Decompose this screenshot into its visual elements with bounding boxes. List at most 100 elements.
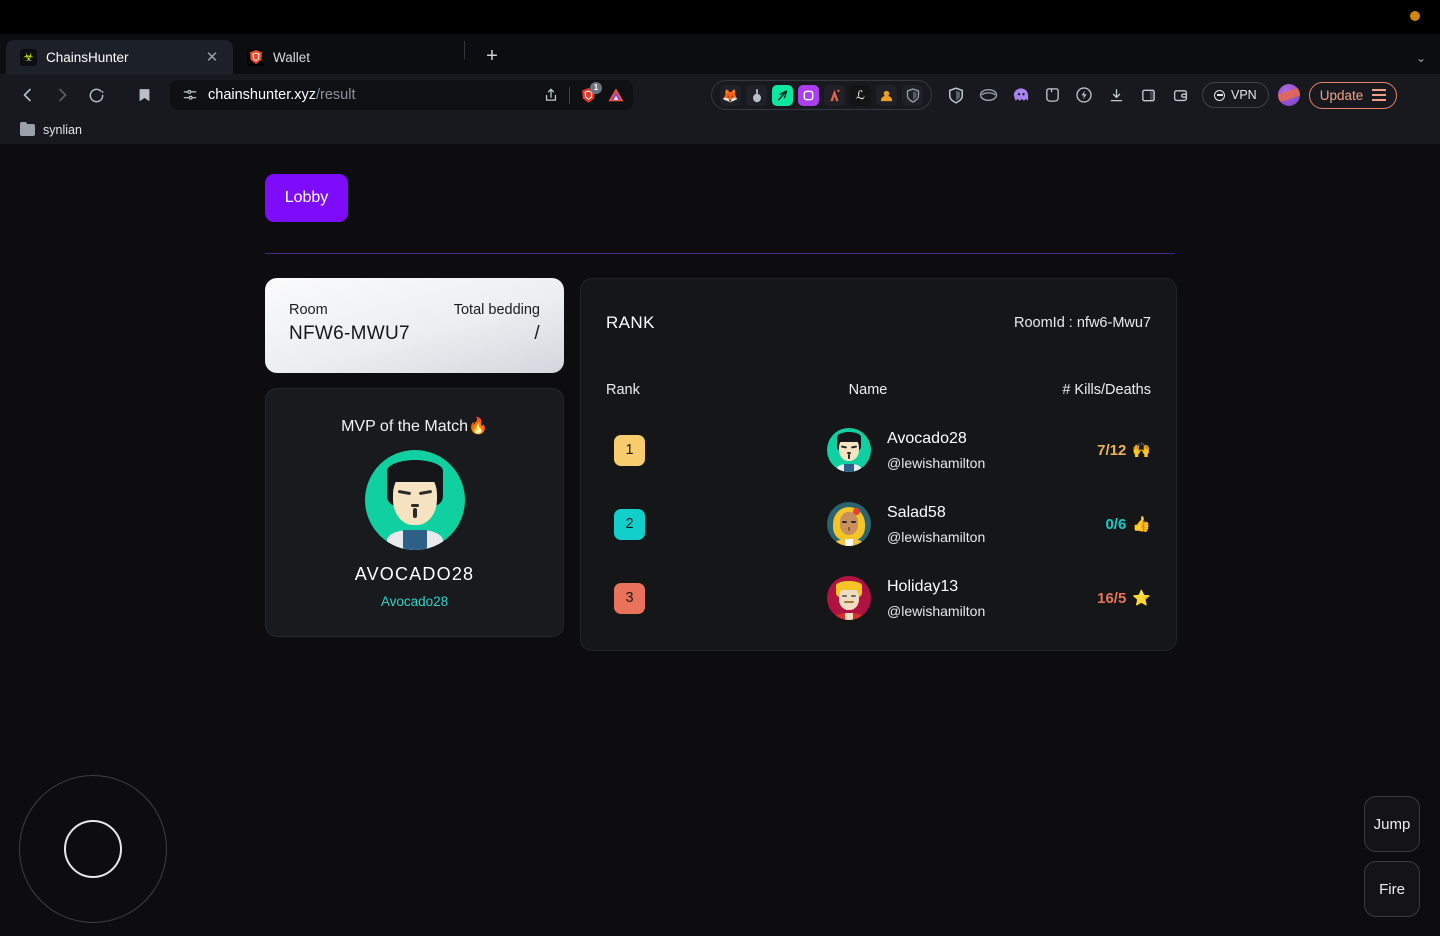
total-bedding-label: Total bedding [453, 302, 540, 318]
mvp-avatar [364, 450, 465, 550]
menu-icon[interactable] [1372, 89, 1387, 101]
column-header-kd: # Kills/Deaths [1062, 382, 1151, 398]
vpn-label: VPN [1231, 88, 1257, 102]
room-id-text: RoomId : nfw6-Mwu7 [1014, 315, 1151, 331]
window-titlebar [0, 0, 1440, 34]
shield-block-count: 1 [590, 81, 602, 94]
rank-card-header: RANK RoomId : nfw6-Mwu7 [606, 313, 1151, 333]
page-viewport: Lobby Room Total bedding NFW6-MWU7 / MVP… [0, 144, 1440, 936]
new-tab-button[interactable]: + [477, 41, 507, 71]
close-icon[interactable]: ✕ [203, 48, 221, 66]
kd-cell: 16/5 ⭐ [1011, 589, 1151, 608]
table-row[interactable]: 1 Avocado28 @lewishamilton 7/12 🙌 [606, 428, 1151, 472]
braavos-icon[interactable] [876, 84, 897, 106]
section-divider [265, 253, 1175, 254]
metamask-icon[interactable]: 🦊 [720, 84, 741, 106]
table-row[interactable]: 3 Holiday13 @lewishamilton 16/5 ⭐ [606, 576, 1151, 620]
tab-chainshunter[interactable]: ☣ ChainsHunter ✕ [6, 40, 233, 74]
table-row[interactable]: 2 Salad58 @lewishamilton 0/6 👍 [606, 502, 1151, 546]
player-name: Holiday13 [887, 577, 959, 595]
room-code-value: NFW6-MWU7 [289, 323, 410, 344]
player-handle: @lewishamilton [887, 602, 986, 619]
mvp-handle[interactable]: Avocado28 [381, 594, 448, 609]
avatar [827, 576, 871, 620]
back-button[interactable] [12, 80, 44, 110]
kd-value: 7/12 [1097, 441, 1127, 459]
ghost-wallet-icon[interactable] [1006, 81, 1034, 109]
update-label: Update [1319, 87, 1364, 103]
kd-cell: 7/12 🙌 [1011, 441, 1151, 460]
tab-strip: ☣ ChainsHunter ✕ Wallet + ⌄ [0, 34, 1440, 74]
fire-button[interactable]: Fire [1364, 861, 1420, 917]
lobby-button[interactable]: Lobby [265, 174, 348, 222]
left-column: Room Total bedding NFW6-MWU7 / MVP of th… [265, 278, 564, 651]
joystick-knob[interactable] [64, 820, 122, 878]
guard-icon[interactable] [902, 84, 923, 106]
bookmarks-bar: synlian [0, 116, 1440, 144]
vpn-button[interactable]: VPN [1202, 82, 1269, 108]
kd-value: 0/6 [1105, 515, 1127, 533]
rank-card: RANK RoomId : nfw6-Mwu7 Rank Name # Kill… [580, 278, 1177, 651]
avatar-goatee [412, 508, 417, 518]
window-status-dot [1410, 11, 1420, 21]
room-card-labels: Room Total bedding [289, 302, 540, 318]
brave-shields-icon[interactable]: 1 [580, 81, 602, 104]
panels-row: Room Total bedding NFW6-MWU7 / MVP of th… [265, 278, 1440, 651]
raised-hands-icon: 🙌 [1132, 442, 1151, 459]
avatar[interactable] [1277, 84, 1300, 106]
rabby-icon[interactable] [974, 81, 1002, 109]
forward-button[interactable] [46, 80, 78, 110]
omnibox-divider [569, 86, 570, 104]
sui-wallet-icon[interactable] [772, 84, 793, 106]
rank-title: RANK [606, 313, 655, 332]
reload-button[interactable] [80, 80, 112, 110]
player-names: Holiday13 @lewishamilton [887, 578, 985, 619]
column-header-rank: Rank [606, 382, 640, 398]
update-button[interactable]: Update [1308, 81, 1398, 109]
player-names: Salad58 @lewishamilton [887, 504, 985, 545]
leather-icon[interactable]: ℒ [850, 84, 871, 106]
tab-title: ChainsHunter [46, 49, 129, 65]
action-buttons: Jump Fire [1364, 796, 1420, 917]
downloads-icon[interactable] [1102, 81, 1130, 109]
brave-wallet-icon [247, 48, 264, 66]
brave-rewards-icon[interactable] [1070, 81, 1098, 109]
avatar-collar [402, 530, 427, 550]
movement-joystick[interactable] [19, 775, 167, 923]
share-icon[interactable] [543, 87, 559, 103]
tab-search-chevron-down-icon[interactable]: ⌄ [1416, 51, 1426, 65]
leo-ai-icon[interactable] [607, 87, 625, 103]
url-domain: chainshunter.xyz [208, 87, 317, 103]
keplr-icon[interactable] [746, 84, 767, 106]
room-card-values: NFW6-MWU7 / [289, 323, 540, 345]
bookmark-label: synlian [43, 123, 82, 137]
tab-wallet[interactable]: Wallet [233, 40, 460, 74]
rank-badge-cell: 2 [606, 508, 751, 540]
bookmark-folder-synlian[interactable]: synlian [14, 120, 88, 140]
extensions-group: 🦊 ℒ [711, 80, 932, 110]
status-badge: 2 [614, 508, 645, 540]
room-card: Room Total bedding NFW6-MWU7 / [265, 278, 564, 373]
argent-icon[interactable] [824, 84, 845, 106]
shield-icon[interactable] [942, 81, 970, 109]
rank-badge-cell: 3 [606, 582, 751, 614]
rank-table-header: Rank Name # Kills/Deaths [606, 382, 1151, 398]
player-handle: @lewishamilton [887, 454, 986, 471]
jump-button[interactable]: Jump [1364, 796, 1420, 852]
mvp-name: AVOCADO28 [354, 564, 475, 584]
phantom-icon[interactable] [798, 84, 819, 106]
navigation-toolbar: chainshunter.xyz/result 1 🦊 ℒ VPN Update [0, 74, 1440, 116]
thumbs-up-icon: 👍 [1132, 516, 1151, 533]
brave-wallet-icon[interactable] [1166, 81, 1194, 109]
sidebar-icon[interactable] [1134, 81, 1162, 109]
keplr-wallet-icon[interactable] [1038, 81, 1066, 109]
avatar-mouth [410, 504, 419, 507]
player-handle: @lewishamilton [887, 528, 986, 545]
site-settings-icon[interactable] [182, 87, 198, 103]
avatar [827, 428, 871, 472]
url-text: chainshunter.xyz/result [208, 87, 533, 103]
address-bar[interactable]: chainshunter.xyz/result 1 [170, 80, 633, 110]
bookmark-icon[interactable] [128, 80, 160, 110]
player-name: Salad58 [887, 503, 946, 521]
star-icon: ⭐ [1132, 590, 1151, 607]
